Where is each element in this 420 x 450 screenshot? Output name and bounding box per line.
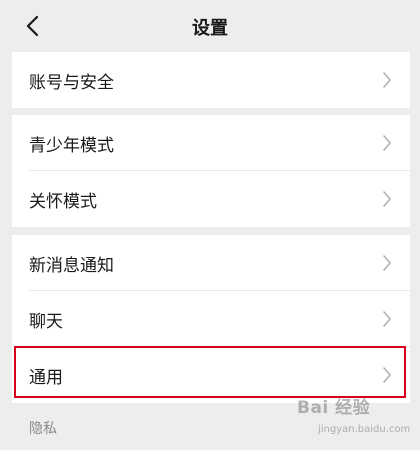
settings-item-chat[interactable]: 聊天 — [12, 291, 410, 347]
settings-item-account-security[interactable]: 账号与安全 — [12, 52, 410, 108]
navigation-bar: 设置 — [0, 0, 420, 52]
settings-item-label: 关怀模式 — [29, 191, 97, 212]
watermark-url: jingyan.baidu.com — [318, 424, 411, 435]
chevron-right-icon — [383, 255, 391, 271]
chevron-right-icon — [383, 135, 391, 151]
settings-item-label: 账号与安全 — [29, 72, 114, 93]
settings-group-general: 新消息通知 聊天 通用 — [12, 235, 410, 403]
settings-item-label: 青少年模式 — [29, 135, 114, 156]
chevron-right-icon — [383, 72, 391, 88]
settings-item-label: 通用 — [29, 367, 63, 388]
chevron-right-icon — [383, 367, 391, 383]
chevron-right-icon — [383, 191, 391, 207]
watermark-logo: Bai 经验 — [297, 398, 371, 418]
settings-group-account: 账号与安全 — [12, 52, 410, 108]
page-title: 设置 — [192, 18, 228, 39]
settings-item-teen-mode[interactable]: 青少年模式 — [12, 115, 410, 171]
settings-group-modes: 青少年模式 关怀模式 — [12, 115, 410, 227]
section-label-privacy: 隐私 — [29, 421, 57, 437]
settings-item-care-mode[interactable]: 关怀模式 — [12, 171, 410, 227]
settings-item-notifications[interactable]: 新消息通知 — [12, 235, 410, 291]
settings-item-label: 聊天 — [29, 311, 63, 332]
chevron-right-icon — [383, 311, 391, 327]
settings-item-label: 新消息通知 — [29, 255, 114, 276]
